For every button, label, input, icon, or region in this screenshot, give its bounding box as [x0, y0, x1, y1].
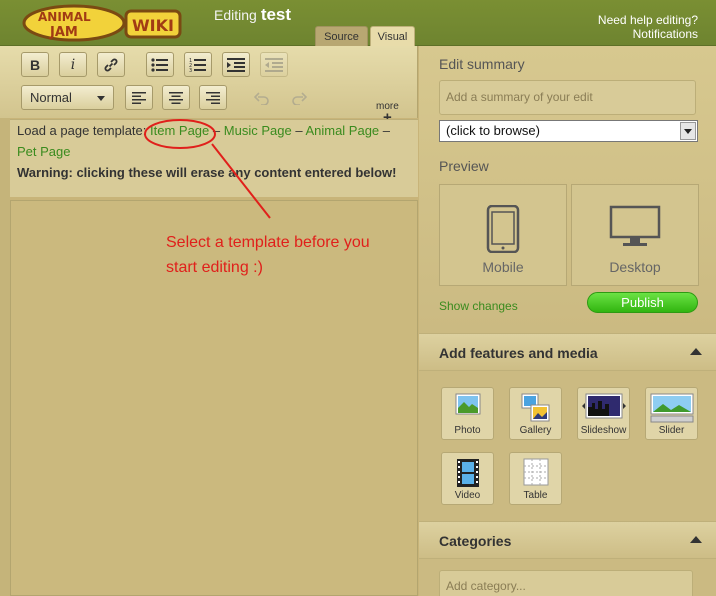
template-separator: – — [382, 123, 391, 138]
features-title: Add features and media — [439, 345, 598, 361]
edit-summary-input[interactable]: Add a summary of your edit — [439, 80, 696, 115]
feature-gallery-button[interactable]: Gallery — [509, 387, 562, 440]
feature-table-button[interactable]: Table — [509, 452, 562, 505]
outdent-icon — [265, 57, 283, 72]
collapse-arrow-icon[interactable] — [690, 536, 702, 543]
format-select-value: Normal — [30, 90, 72, 105]
category-input[interactable]: Add category... — [439, 570, 693, 596]
svg-text:ANIMAL: ANIMAL — [38, 10, 91, 24]
chevron-down-icon[interactable] — [680, 122, 696, 140]
chevron-down-icon — [97, 96, 105, 101]
mobile-icon — [486, 205, 520, 253]
template-separator: – — [295, 123, 303, 138]
template-link-item-page[interactable]: Item Page — [150, 123, 209, 138]
svg-text:JAM: JAM — [49, 25, 78, 40]
help-links: Need help editing? Notifications — [598, 13, 698, 41]
right-panel: Edit summary Add a summary of your edit … — [419, 46, 716, 596]
tab-source[interactable]: Source — [315, 26, 368, 46]
template-separator: – — [212, 123, 221, 138]
align-center-button[interactable] — [162, 85, 190, 110]
browse-select-value: (click to browse) — [446, 123, 540, 138]
feature-slider-button[interactable]: Slider — [645, 387, 698, 440]
help-editing-link[interactable]: Need help editing? — [598, 13, 698, 27]
indent-button[interactable] — [222, 52, 250, 77]
bullet-list-button[interactable] — [146, 52, 174, 77]
preview-mobile-label: Mobile — [482, 259, 524, 275]
tab-visual[interactable]: Visual — [370, 26, 415, 46]
slider-icon — [650, 393, 693, 423]
photo-icon — [455, 393, 480, 415]
numbered-list-icon: 123 — [189, 58, 206, 73]
desktop-icon — [609, 205, 661, 246]
template-links-line-2: Pet Page — [10, 141, 418, 162]
redo-button[interactable] — [285, 85, 313, 110]
italic-button[interactable]: i — [59, 52, 87, 77]
outdent-button[interactable] — [260, 52, 288, 77]
template-link-animal-page[interactable]: Animal Page — [305, 123, 379, 138]
bold-button[interactable]: B — [21, 52, 49, 77]
feature-slideshow-button[interactable]: Slideshow — [577, 387, 630, 440]
editing-title: Editing test — [214, 5, 291, 25]
bullet-list-icon — [151, 57, 168, 72]
preview-desktop-label: Desktop — [609, 259, 661, 275]
edit-summary-section: Edit summary Add a summary of your edit … — [419, 46, 716, 332]
feature-slideshow-label: Slideshow — [580, 425, 627, 436]
table-icon — [523, 458, 548, 486]
edit-summary-title: Edit summary — [439, 56, 525, 72]
features-header[interactable]: Add features and media — [419, 333, 716, 371]
wiki-logo[interactable]: ANIMAL JAM WIKI — [22, 3, 182, 43]
preview-title: Preview — [439, 158, 489, 174]
feature-slider-label: Slider — [658, 425, 685, 436]
feature-table-label: Table — [523, 490, 548, 501]
align-right-button[interactable] — [199, 85, 227, 110]
feature-gallery-label: Gallery — [519, 425, 552, 436]
categories-title: Categories — [439, 533, 512, 549]
feature-video-label: Video — [454, 490, 481, 501]
preview-desktop-button[interactable]: Desktop — [571, 184, 699, 286]
gallery-icon — [521, 393, 549, 422]
template-prompt: Load a page template: — [17, 123, 147, 138]
video-icon — [456, 459, 479, 487]
align-center-icon — [169, 91, 183, 104]
template-browse-select[interactable]: (click to browse) — [439, 120, 698, 142]
align-right-icon — [206, 91, 220, 104]
redo-icon — [292, 91, 307, 105]
template-warning: Warning: clicking these will erase any c… — [17, 165, 397, 180]
link-icon — [104, 58, 118, 71]
categories-header[interactable]: Categories — [419, 521, 716, 559]
top-bar: ANIMAL JAM WIKI Editing test Source Visua… — [0, 0, 716, 46]
format-select[interactable]: Normal — [21, 85, 114, 110]
align-left-icon — [132, 91, 146, 104]
indent-icon — [227, 57, 245, 72]
show-changes-link[interactable]: Show changes — [439, 299, 518, 313]
template-bar: Load a page template: Item Page – Music … — [10, 119, 418, 197]
notifications-link[interactable]: Notifications — [598, 27, 698, 41]
annotation-line-2: start editing :) — [166, 259, 263, 276]
svg-text:WIKI: WIKI — [132, 16, 174, 35]
editor-gutter — [0, 118, 10, 596]
numbered-list-button[interactable]: 123 — [184, 52, 212, 77]
template-link-pet-page[interactable]: Pet Page — [17, 144, 71, 159]
feature-photo-button[interactable]: Photo — [441, 387, 494, 440]
editing-label: Editing — [214, 7, 257, 23]
collapse-arrow-icon[interactable] — [690, 348, 702, 355]
annotation-text: Select a template before you start editi… — [166, 230, 370, 280]
undo-button[interactable] — [248, 85, 276, 110]
align-left-button[interactable] — [125, 85, 153, 110]
page-name: test — [260, 5, 292, 24]
template-links-line: Load a page template: Item Page – Music … — [10, 120, 418, 141]
template-link-music-page[interactable]: Music Page — [224, 123, 292, 138]
undo-icon — [254, 91, 269, 105]
preview-mobile-button[interactable]: Mobile — [439, 184, 567, 286]
feature-video-button[interactable]: Video — [441, 452, 494, 505]
annotation-line-1: Select a template before you — [166, 234, 370, 251]
svg-text:3: 3 — [189, 68, 192, 73]
feature-photo-label: Photo — [454, 425, 481, 436]
publish-button[interactable]: Publish — [587, 292, 698, 313]
slideshow-icon — [581, 393, 626, 419]
link-button[interactable] — [97, 52, 125, 77]
